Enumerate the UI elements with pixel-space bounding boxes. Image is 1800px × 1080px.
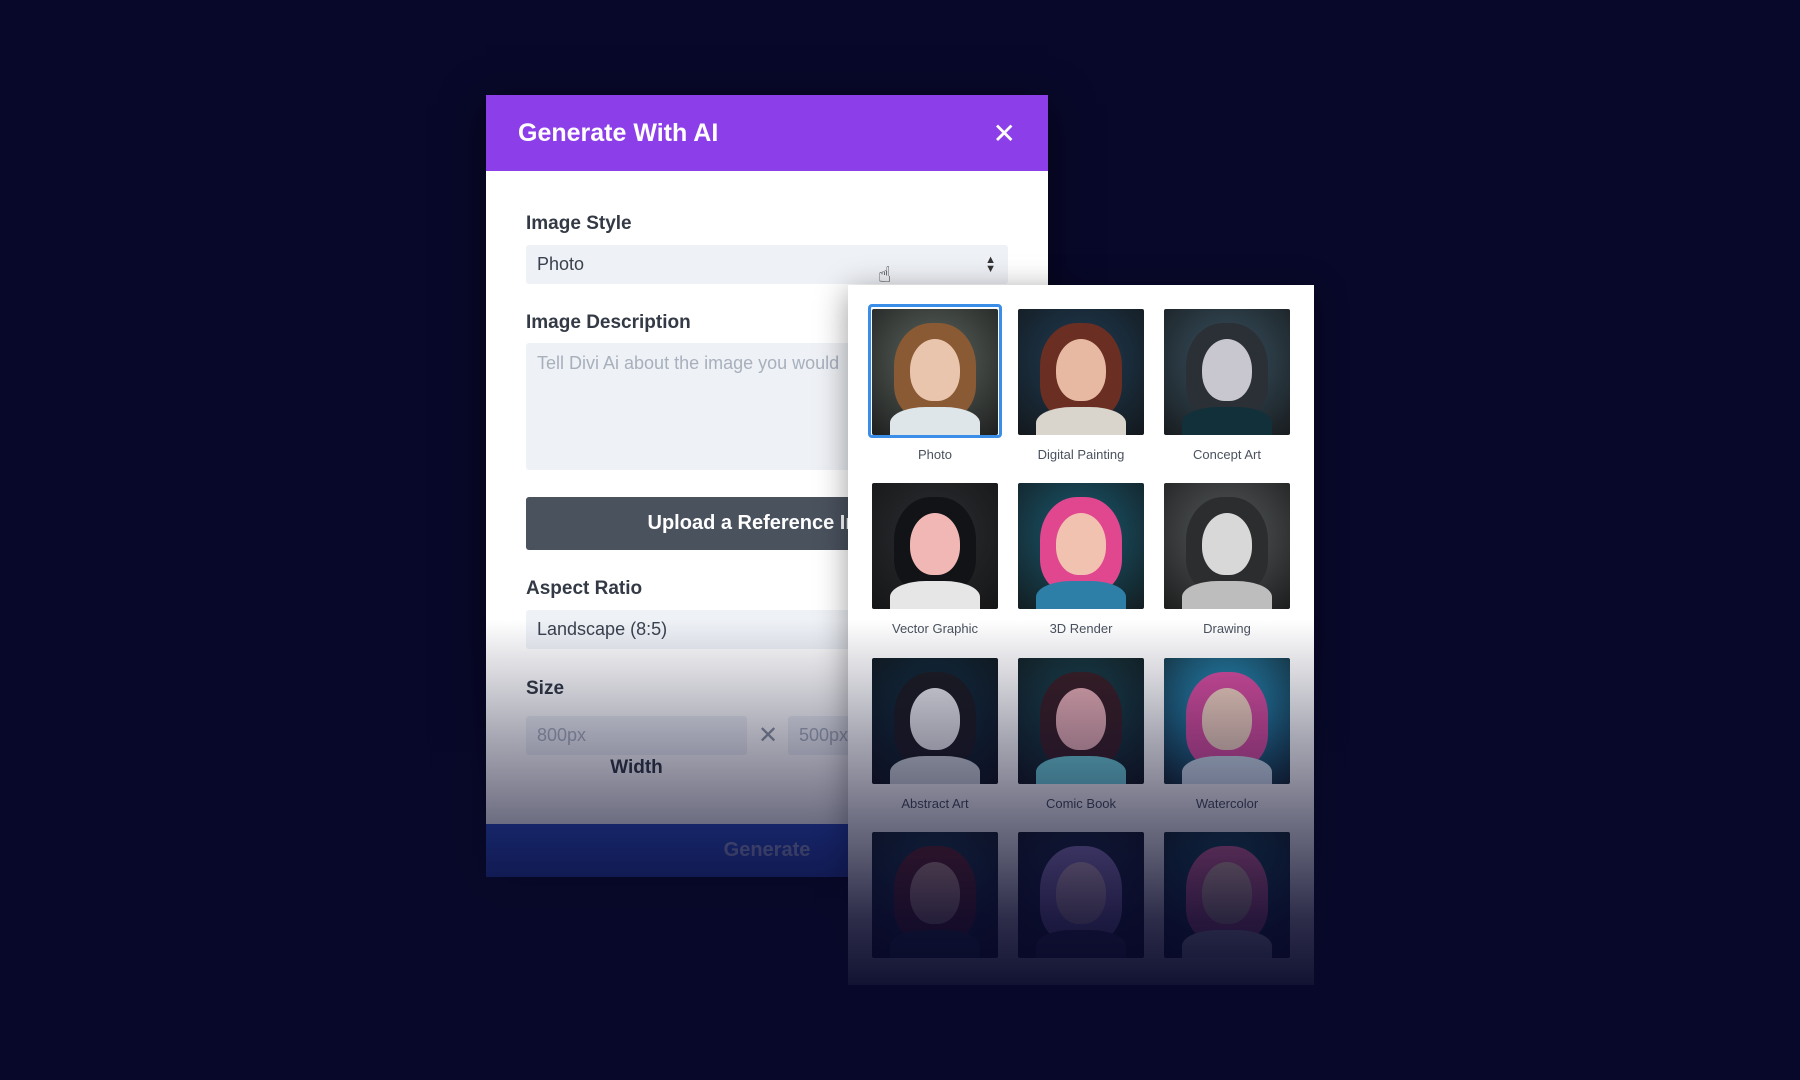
style-option-digital-painting[interactable] (1018, 309, 1144, 435)
style-option-label: Watercolor (1195, 796, 1259, 811)
style-option-item-10[interactable] (1018, 832, 1144, 958)
width-input[interactable]: 800px (526, 716, 747, 755)
style-option-label: Vector Graphic (892, 621, 978, 636)
style-option-drawing[interactable] (1164, 483, 1290, 609)
width-caption: Width (610, 757, 663, 778)
image-style-label: Image Style (526, 213, 632, 234)
image-style-select[interactable]: Photo ▲ ▼ (526, 245, 1008, 284)
aspect-ratio-label: Aspect Ratio (526, 578, 643, 599)
modal-header: Generate With AI ✕ (486, 95, 1048, 171)
style-option-vector-graphic[interactable] (872, 483, 998, 609)
size-label: Size (526, 678, 565, 699)
image-style-picker: Photo Digital Painting Concept Art Vector G… (848, 285, 1314, 985)
image-style-value: Photo (537, 254, 585, 274)
style-option-label: Comic Book (1045, 796, 1117, 811)
select-arrows-icon: ▲ ▼ (985, 253, 996, 275)
generate-label: Generate (723, 839, 811, 861)
style-option-label: Photo (918, 447, 952, 462)
aspect-ratio-value: Landscape (8:5) (537, 619, 668, 639)
style-option-label: Digital Painting (1037, 447, 1125, 462)
width-placeholder: 800px (537, 725, 587, 745)
style-option-item-9[interactable] (872, 832, 998, 958)
height-placeholder: 500px (799, 725, 849, 745)
modal-title: Generate With AI (518, 118, 719, 147)
style-option-comic-book[interactable] (1018, 658, 1144, 784)
style-option-item-11[interactable] (1164, 832, 1290, 958)
hand-cursor-icon: ☝ (878, 262, 892, 287)
style-option-3d-render[interactable] (1018, 483, 1144, 609)
image-description-placeholder: Tell Divi Ai about the image you would (537, 353, 840, 373)
style-option-photo[interactable] (872, 309, 998, 435)
close-icon[interactable]: ✕ (993, 117, 1016, 150)
style-option-label: Concept Art (1193, 447, 1261, 462)
style-option-concept-art[interactable] (1164, 309, 1290, 435)
style-option-abstract-art[interactable] (872, 658, 998, 784)
style-option-label: 3D Render (1049, 621, 1113, 636)
style-option-watercolor[interactable] (1164, 658, 1290, 784)
image-description-label: Image Description (526, 312, 691, 333)
times-icon: ✕ (758, 722, 779, 749)
style-option-label: Abstract Art (901, 796, 969, 811)
style-option-label: Drawing (1203, 621, 1251, 636)
